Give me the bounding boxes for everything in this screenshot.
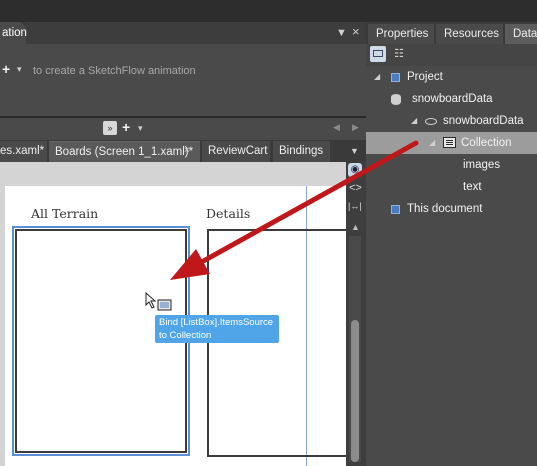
animation-hint-text: to create a SketchFlow animation [33,65,196,77]
pin-icon[interactable]: ▼ [336,27,347,39]
label-all-terrain[interactable]: All Terrain [31,206,98,221]
details-mode-icon[interactable]: ☷ [391,46,407,62]
tree-item-label: snowboardData [443,115,524,127]
expand-caret-icon[interactable]: ◢ [429,132,435,154]
tab-data[interactable]: Data [505,24,537,44]
tab-animation[interactable]: ation [0,22,27,44]
double-chevron-icon[interactable]: » [103,121,117,135]
document-icon [391,205,400,214]
tooltip-line-1: Bind [ListBox].ItemsSource [159,317,274,328]
split-view-icon[interactable]: |↔| [348,201,362,211]
tab-boards-screen[interactable]: Boards (Screen 1_1.xaml)* [49,141,200,162]
tree-item-this-document[interactable]: This document [366,198,537,220]
animation-panel [0,44,366,116]
tree-item-label: Project [407,71,443,83]
scrollbar-thumb[interactable] [351,320,359,462]
tree-item-datasource[interactable]: snowboardData [366,88,537,110]
scroll-left-icon[interactable]: ◀ [333,122,340,133]
tab-reviewcart[interactable]: ReviewCart [202,141,270,162]
tree-item-label: This document [407,203,483,215]
tree-item-label: snowboardData [412,93,493,105]
new-document-button[interactable]: + [122,119,130,135]
drag-cursor-icon [145,292,172,311]
binding-tooltip: Bind [ListBox].ItemsSource to Collection [155,315,279,343]
tooltip-line-2: to Collection [159,330,212,341]
design-view-icon[interactable]: ◉ [348,163,362,177]
tree-item-images[interactable]: images [366,154,537,176]
label-details[interactable]: Details [206,206,250,221]
details-panel[interactable] [207,229,346,457]
tab-properties[interactable]: Properties [368,24,434,44]
document-toolbar [0,118,366,140]
scroll-up-icon[interactable]: ▲ [351,222,360,232]
close-icon[interactable]: × [352,25,362,39]
expand-caret-icon[interactable]: ◢ [411,110,417,132]
database-icon [391,94,401,105]
tree-item-label: Collection [461,137,512,149]
top-strip [0,0,537,22]
tab-resources[interactable]: Resources [436,24,503,44]
close-tab-icon[interactable]: × [184,146,190,156]
tree-item-collection[interactable]: ◢ Collection [366,132,537,154]
new-document-dropdown-icon[interactable]: ▾ [138,123,143,134]
tree-item-datasource-root[interactable]: ◢ snowboardData [366,110,537,132]
panel-header [26,22,366,44]
tabs-overflow-icon[interactable]: ▼ [350,146,359,156]
code-view-icon[interactable]: <> [349,182,362,194]
eye-icon [425,118,437,125]
tree-item-text[interactable]: text [366,176,537,198]
tree-item-project[interactable]: ◢ Project [366,66,537,88]
expand-caret-icon[interactable]: ◢ [374,66,380,88]
tab-bindings[interactable]: Bindings [273,141,330,162]
tree-item-label: text [463,181,482,193]
tree-item-label: images [463,159,501,171]
project-icon [391,73,400,82]
collection-icon [443,137,456,148]
scroll-right-icon[interactable]: ▶ [352,122,359,133]
list-mode-icon[interactable] [370,46,386,62]
tab-document-partial[interactable]: es.xaml* [0,141,47,162]
add-animation-button[interactable]: + [2,62,10,76]
add-animation-dropdown-icon[interactable]: ▾ [17,64,22,74]
